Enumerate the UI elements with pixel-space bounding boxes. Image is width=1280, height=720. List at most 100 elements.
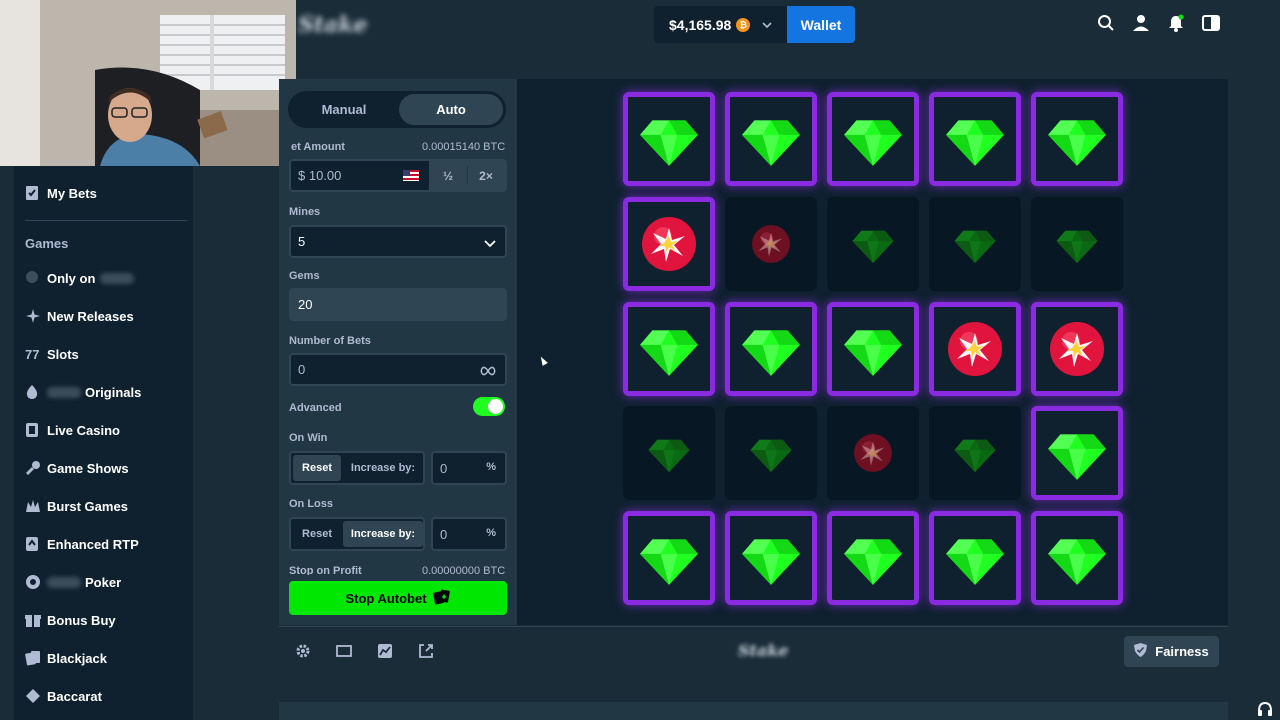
- sidebar-item-enhanced-rtp[interactable]: Enhanced RTP: [14, 528, 193, 560]
- sidebar-item-slots[interactable]: 77 Slots: [14, 338, 193, 370]
- gem-icon: [638, 527, 700, 589]
- gem-tile[interactable]: [827, 92, 919, 186]
- gem-icon: [1046, 108, 1108, 170]
- on-loss-reset-button[interactable]: Reset: [293, 521, 341, 547]
- headset-support-icon[interactable]: [1257, 701, 1273, 720]
- gem-tile[interactable]: [929, 511, 1021, 605]
- gem-tile[interactable]: [623, 302, 715, 396]
- infinity-icon[interactable]: [480, 364, 496, 379]
- mine-tile[interactable]: [725, 197, 817, 291]
- gem-tile[interactable]: [1031, 197, 1123, 291]
- tab-auto[interactable]: Auto: [399, 94, 503, 125]
- gem-tile[interactable]: [827, 197, 919, 291]
- mine-tile[interactable]: [1031, 302, 1123, 396]
- tab-manual[interactable]: Manual: [292, 94, 396, 125]
- mine-tile[interactable]: [827, 406, 919, 500]
- gem-tile[interactable]: [929, 197, 1021, 291]
- settings-gear-icon[interactable]: [295, 643, 311, 659]
- sidebar-item-label: Only on: [47, 270, 96, 286]
- gem-tile[interactable]: [623, 511, 715, 605]
- number-of-bets-input[interactable]: 0: [289, 353, 507, 386]
- bet-amount-btc: 0.00015140 BTC: [422, 141, 506, 153]
- bottom-panel-edge: [279, 702, 1228, 720]
- sidebar-item-label: Blackjack: [47, 650, 107, 666]
- gem-tile[interactable]: [1031, 92, 1123, 186]
- enhanced-rtp-icon: [25, 536, 41, 552]
- cards-icon: [432, 589, 451, 608]
- sidebar-item-live-casino[interactable]: Live Casino: [14, 414, 193, 446]
- on-win-value: 0: [440, 460, 448, 476]
- sidebar-item-game-shows[interactable]: Game Shows: [14, 452, 193, 484]
- user-icon[interactable]: [1132, 14, 1152, 34]
- on-win-input[interactable]: 0 %: [431, 451, 507, 485]
- gem-tile[interactable]: [1031, 511, 1123, 605]
- svg-text:77: 77: [25, 347, 39, 362]
- bet-amount-input[interactable]: $ 10.00: [289, 159, 429, 192]
- gem-tile[interactable]: [725, 92, 817, 186]
- gem-tile[interactable]: [623, 406, 715, 500]
- shield-icon: [1134, 643, 1148, 660]
- stop-autobet-button[interactable]: Stop Autobet: [289, 581, 507, 615]
- gem-icon: [638, 318, 700, 380]
- gem-icon: [647, 431, 691, 475]
- on-loss-input[interactable]: 0 %: [431, 517, 507, 551]
- gem-tile[interactable]: [725, 406, 817, 500]
- double-bet-button[interactable]: 2×: [470, 161, 502, 191]
- sidebar-item-burst-games[interactable]: Burst Games: [14, 490, 193, 522]
- live-stats-icon[interactable]: [377, 643, 393, 659]
- sidebar-item-poker[interactable]: Poker: [14, 566, 193, 598]
- gem-tile[interactable]: [725, 511, 817, 605]
- sidebar-item-my-bets[interactable]: My Bets: [14, 177, 193, 209]
- half-bet-button[interactable]: ½: [432, 161, 464, 191]
- live-casino-icon: [25, 422, 41, 438]
- stop-autobet-label: Stop Autobet: [345, 590, 427, 606]
- mines-select[interactable]: 5: [289, 225, 507, 258]
- blackjack-icon: [25, 650, 41, 666]
- balance-dropdown[interactable]: $4,165.98 ₿: [654, 6, 787, 43]
- chat-sidebar-icon[interactable]: [1202, 14, 1222, 34]
- gem-tile[interactable]: [725, 302, 817, 396]
- gem-icon: [842, 318, 904, 380]
- theatre-mode-icon[interactable]: [336, 643, 352, 659]
- sidebar-item-new-releases[interactable]: New Releases: [14, 300, 193, 332]
- stop-on-profit-row: Stop on Profit 0.00000000 BTC: [289, 563, 507, 575]
- gem-icon: [851, 222, 895, 266]
- advanced-toggle[interactable]: [473, 397, 505, 416]
- notification-bell-icon[interactable]: [1167, 14, 1187, 34]
- gem-tile[interactable]: [1031, 406, 1123, 500]
- poker-chip-icon: [25, 574, 41, 590]
- bet-amount-value: $ 10.00: [298, 168, 342, 183]
- site-logo[interactable]: Stake: [298, 12, 368, 38]
- on-loss-increase-button[interactable]: Increase by:: [343, 521, 423, 547]
- on-win-increase-button[interactable]: Increase by:: [343, 455, 423, 481]
- sidebar-item-label: Baccarat: [47, 688, 102, 704]
- gem-tile[interactable]: [827, 511, 919, 605]
- sidebar-item-only-on-stake[interactable]: Only on: [14, 262, 193, 294]
- gift-icon: [25, 612, 41, 628]
- sidebar-item-bonus-buy[interactable]: Bonus Buy: [14, 604, 193, 636]
- on-win-mode: Reset Increase by:: [289, 451, 425, 485]
- mine-tile[interactable]: [929, 302, 1021, 396]
- fairness-button[interactable]: Fairness: [1124, 636, 1219, 667]
- sidebar-item-baccarat[interactable]: Baccarat: [14, 680, 193, 712]
- sidebar-item-originals[interactable]: Originals: [14, 376, 193, 408]
- bet-amount-label: et Amount: [291, 141, 345, 153]
- sidebar-item-blackjack[interactable]: Blackjack: [14, 642, 193, 674]
- mine-icon: [639, 214, 699, 274]
- blurred-brand: [100, 272, 135, 284]
- wallet-button[interactable]: Wallet: [787, 6, 855, 43]
- number-of-bets-value: 0: [298, 362, 306, 377]
- mine-tile[interactable]: [623, 197, 715, 291]
- gems-value: 20: [298, 297, 313, 312]
- gem-tile[interactable]: [929, 406, 1021, 500]
- on-win-reset-button[interactable]: Reset: [293, 455, 341, 481]
- blurred-brand: [47, 576, 81, 588]
- search-icon[interactable]: [1097, 14, 1117, 34]
- gem-tile[interactable]: [827, 302, 919, 396]
- gem-tile[interactable]: [929, 92, 1021, 186]
- on-loss-label: On Loss: [289, 498, 334, 510]
- gem-tile[interactable]: [623, 92, 715, 186]
- mines-value: 5: [298, 234, 306, 249]
- popout-icon[interactable]: [418, 643, 434, 659]
- mine-icon: [852, 432, 894, 474]
